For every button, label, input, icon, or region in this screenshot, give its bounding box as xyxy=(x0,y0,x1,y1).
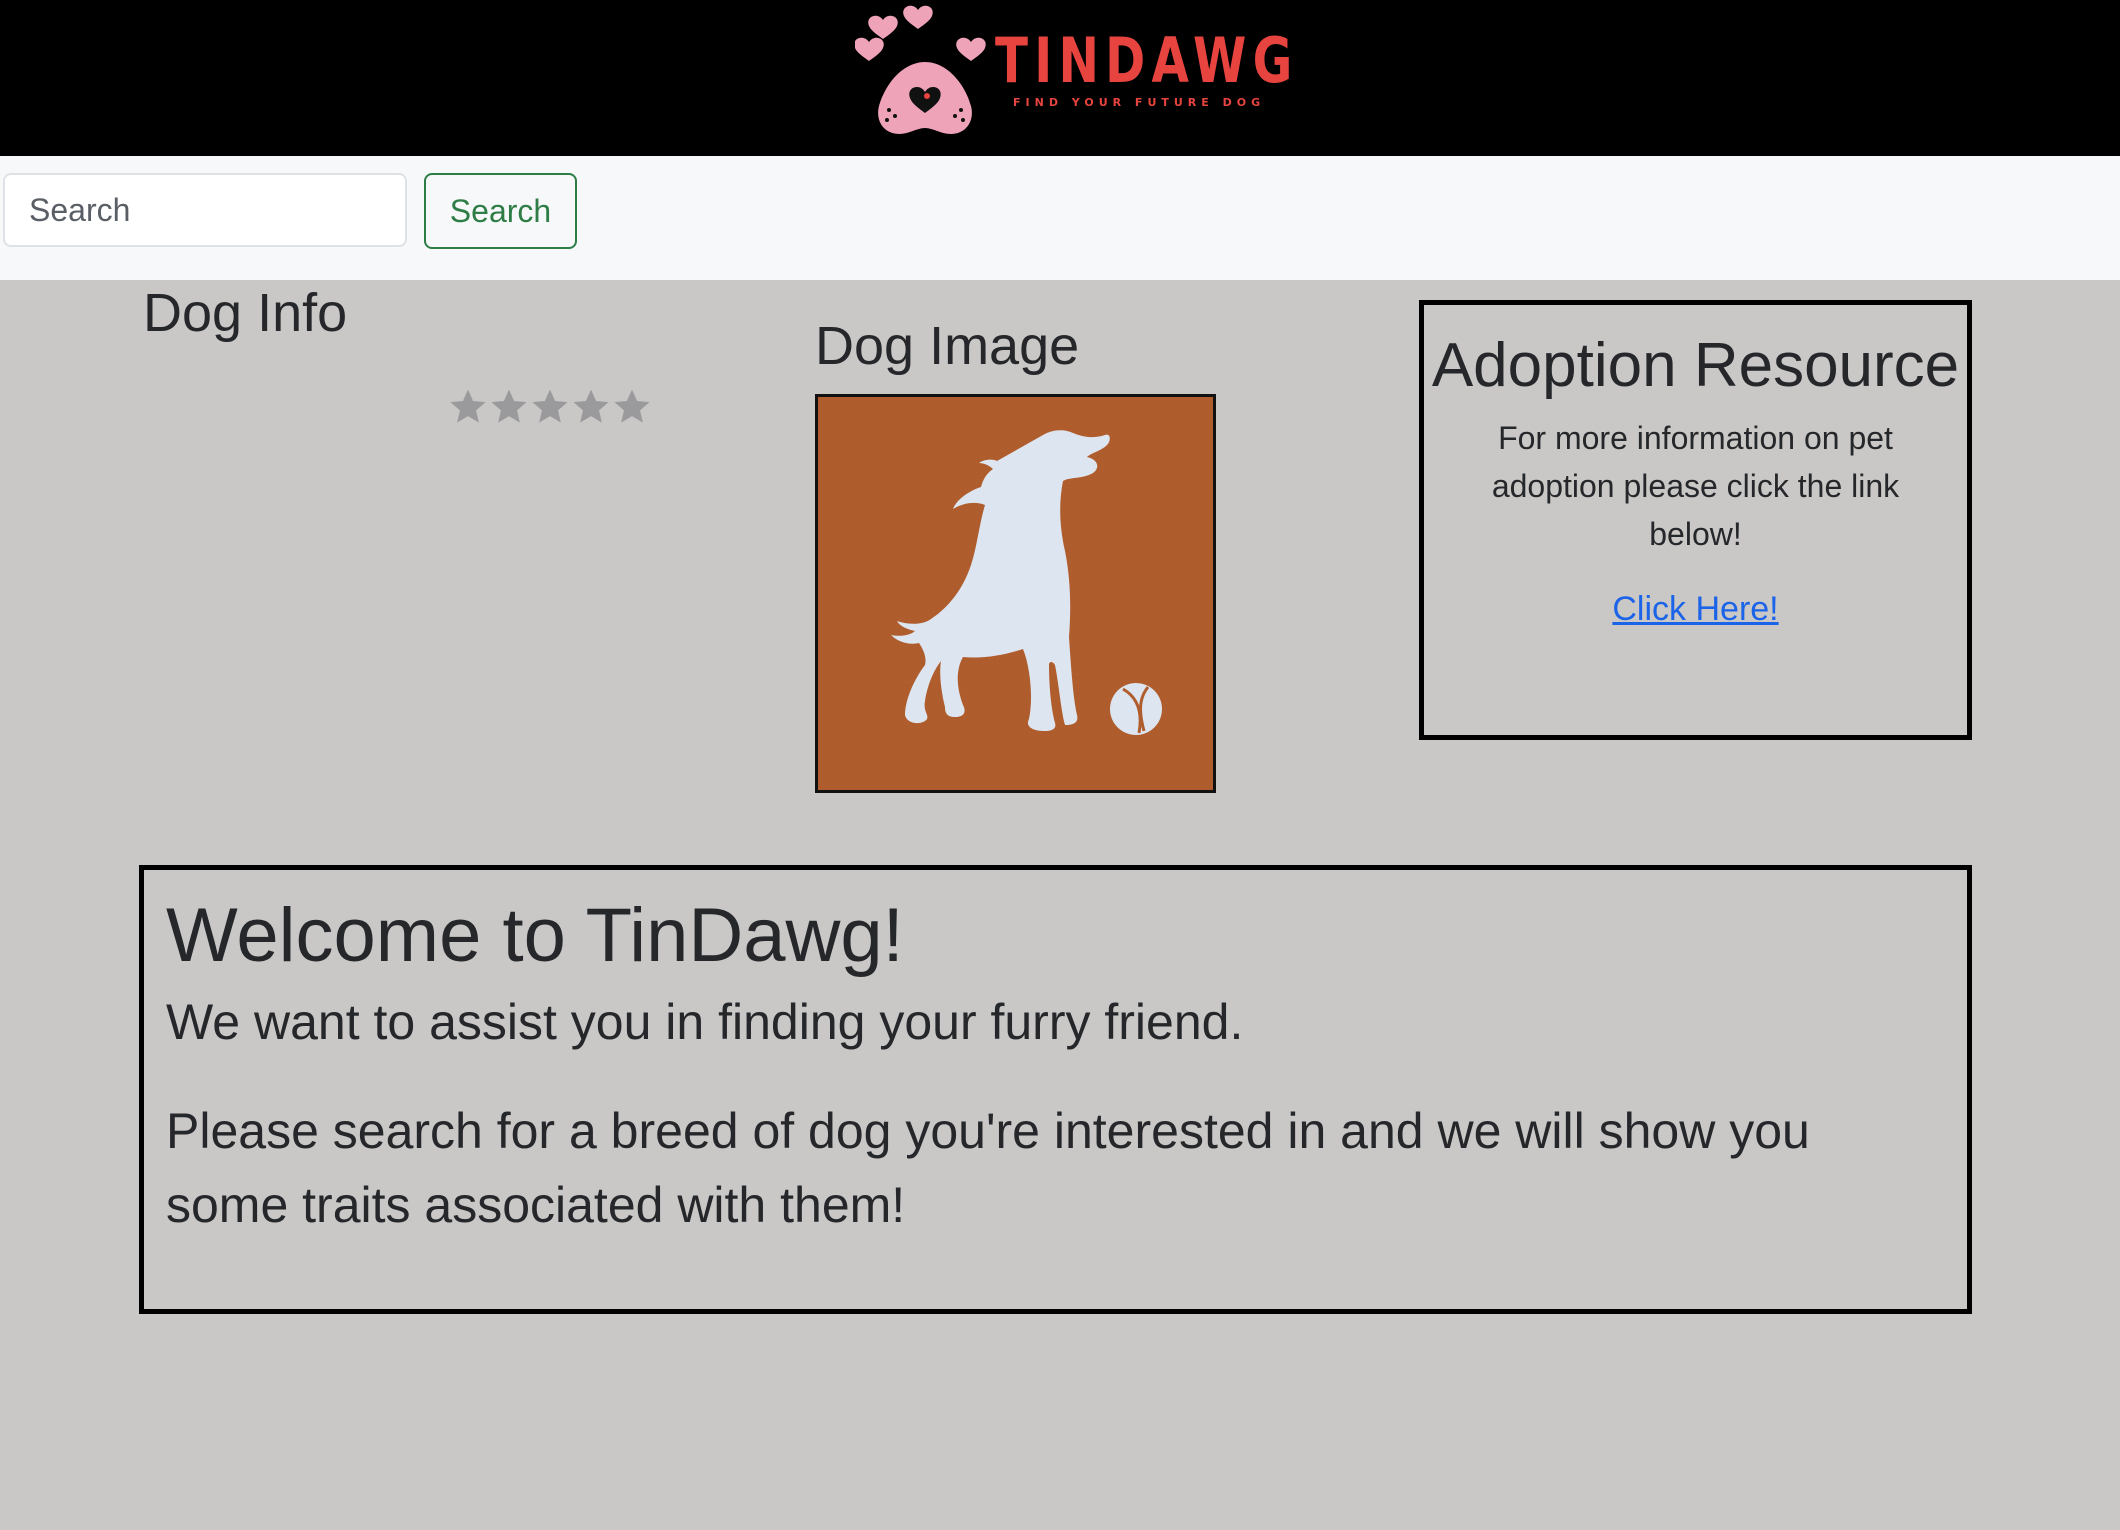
brand-tagline: FIND YOUR FUTURE DOG xyxy=(1013,96,1266,109)
adoption-link[interactable]: Click Here! xyxy=(1612,590,1778,629)
star-icon[interactable] xyxy=(611,386,653,428)
brand-logo[interactable]: TINDAWG FIND YOUR FUTURE DOG xyxy=(855,0,1292,140)
star-icon[interactable] xyxy=(529,386,571,428)
adoption-title: Adoption Resource xyxy=(1431,331,1960,400)
adoption-resource-panel: Adoption Resource For more information o… xyxy=(1419,300,1972,740)
welcome-title: Welcome to TinDawg! xyxy=(166,893,904,978)
dog-info-title: Dog Info xyxy=(143,283,348,343)
adoption-description: For more information on pet adoption ple… xyxy=(1491,420,1900,552)
dog-silhouette-icon xyxy=(818,397,1213,790)
star-rating[interactable] xyxy=(447,386,652,438)
welcome-instructions: Please search for a breed of dog you're … xyxy=(166,1103,1810,1233)
search-bar: Search xyxy=(0,156,2120,280)
paw-heart-icon xyxy=(855,5,986,134)
search-button[interactable]: Search xyxy=(424,173,577,249)
dog-image-title: Dog Image xyxy=(815,316,1080,376)
top-header: TINDAWG FIND YOUR FUTURE DOG xyxy=(0,0,2120,156)
welcome-panel: Welcome to TinDawg! We want to assist yo… xyxy=(139,865,1972,1314)
welcome-intro: We want to assist you in finding your fu… xyxy=(166,994,1244,1050)
star-icon[interactable] xyxy=(570,386,612,428)
search-input[interactable] xyxy=(3,173,407,247)
brand-name: TINDAWG xyxy=(995,24,1299,97)
star-icon[interactable] xyxy=(488,386,530,428)
star-icon[interactable] xyxy=(447,386,489,428)
dog-image xyxy=(815,394,1216,793)
